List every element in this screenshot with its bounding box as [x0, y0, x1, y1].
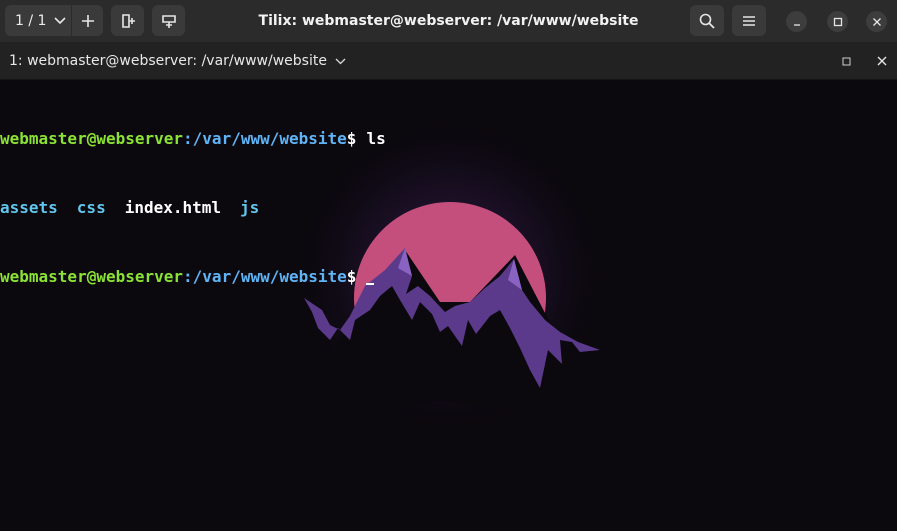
prompt-symbol: $ [346, 129, 357, 148]
terminal-cursor [366, 282, 375, 285]
terminal-maximize-button[interactable] [837, 52, 855, 70]
command-text: ls [366, 129, 386, 148]
add-session-button[interactable] [72, 5, 103, 36]
session-switcher-group: 1 / 1 [5, 5, 103, 36]
minimize-button[interactable] [786, 11, 807, 32]
ls-item-directory: css [76, 198, 106, 217]
prompt-line: webmaster@webserver:/var/www/website $ [0, 265, 386, 288]
terminal-view[interactable]: webmaster@webserver:/var/www/website $ ls … [0, 80, 897, 531]
add-terminal-right-icon [121, 13, 135, 28]
ls-item-file: index.html [124, 198, 222, 217]
prompt-path: :/var/www/website [183, 267, 347, 286]
chevron-down-icon [54, 16, 67, 24]
maximize-button[interactable] [827, 11, 848, 32]
close-icon [877, 56, 887, 66]
hamburger-menu-icon [743, 15, 755, 26]
plus-icon [81, 14, 94, 27]
header-bar: 1 / 1 Tilix: webmaster@webserver: /var/w… [0, 0, 897, 42]
prompt-user-host: webmaster@webserver [0, 267, 184, 286]
minimize-icon [793, 23, 800, 26]
ls-item-directory: assets [0, 198, 58, 217]
command-line: webmaster@webserver:/var/www/website $ ls [0, 127, 386, 150]
close-button[interactable] [866, 11, 887, 32]
terminal-title-menu[interactable]: 1: webmaster@webserver: /var/www/website [9, 42, 346, 80]
chevron-down-icon [335, 58, 346, 64]
search-button[interactable] [690, 5, 724, 36]
add-terminal-down-button[interactable] [152, 5, 185, 36]
ls-item-directory: js [240, 198, 260, 217]
maximize-icon [833, 17, 842, 26]
prompt-path: :/var/www/website [183, 129, 347, 148]
session-switcher-button[interactable]: 1 / 1 [5, 5, 72, 36]
prompt-user-host: webmaster@webserver [0, 129, 184, 148]
maximize-icon [842, 57, 850, 65]
main-menu-button[interactable] [732, 5, 766, 36]
terminal-titlebar: 1: webmaster@webserver: /var/www/website [0, 42, 897, 80]
search-icon [699, 13, 715, 29]
add-terminal-down-icon [161, 14, 176, 28]
session-counter: 1 / 1 [15, 12, 47, 29]
terminal-close-button[interactable] [873, 52, 891, 70]
add-terminal-right-button[interactable] [111, 5, 144, 36]
terminal-output: webmaster@webserver:/var/www/website $ ls … [0, 81, 386, 334]
close-icon [872, 17, 881, 26]
ls-output-line: assets css index.html js [0, 196, 386, 219]
prompt-symbol: $ [346, 267, 357, 286]
terminal-title: 1: webmaster@webserver: /var/www/website [9, 53, 327, 69]
